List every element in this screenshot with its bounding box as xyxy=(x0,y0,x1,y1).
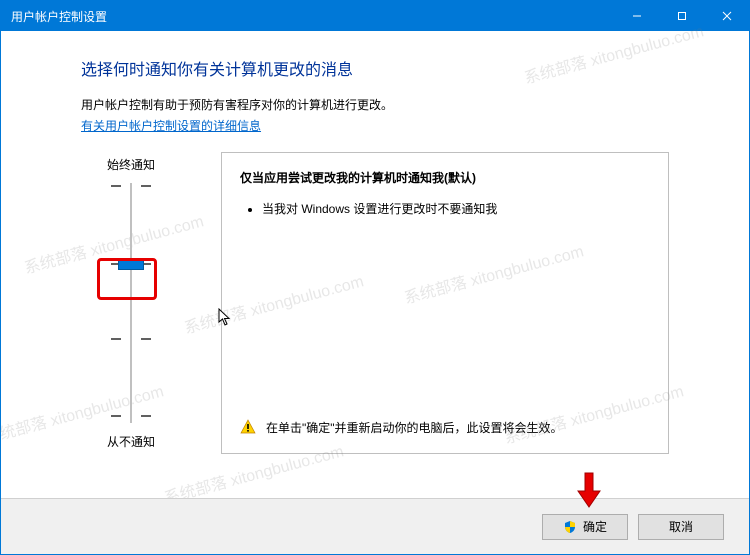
warning-text: 在单击"确定"并重新启动你的电脑后，此设置将会生效。 xyxy=(266,419,563,437)
titlebar: 用户帐户控制设置 xyxy=(1,1,749,31)
cancel-button[interactable]: 取消 xyxy=(638,514,724,540)
info-bullet: 当我对 Windows 设置进行更改时不要通知我 xyxy=(262,200,650,218)
window-controls xyxy=(614,1,749,31)
slider-tick xyxy=(111,185,151,187)
slider-tick xyxy=(111,415,151,417)
window-title: 用户帐户控制设置 xyxy=(11,8,614,25)
info-panel: 仅当应用尝试更改我的计算机时通知我(默认) 当我对 Windows 设置进行更改… xyxy=(221,152,669,454)
uac-slider[interactable] xyxy=(111,183,151,423)
slider-thumb[interactable] xyxy=(118,258,144,270)
info-bullet-list: 当我对 Windows 设置进行更改时不要通知我 xyxy=(262,200,650,224)
description-text: 用户帐户控制有助于预防有害程序对你的计算机进行更改。 xyxy=(81,96,669,113)
shield-icon xyxy=(563,520,577,534)
slider-tick xyxy=(111,338,151,340)
slider-column: 始终通知 从不通知 xyxy=(81,152,181,454)
uac-settings-window: 用户帐户控制设置 系统部落 xitongbuluo.com 系统部落 xiton… xyxy=(0,0,750,555)
content-area: 系统部落 xitongbuluo.com 系统部落 xitongbuluo.co… xyxy=(1,31,749,498)
slider-top-label: 始终通知 xyxy=(107,156,155,173)
maximize-button[interactable] xyxy=(659,1,704,31)
cancel-button-label: 取消 xyxy=(669,518,693,535)
ok-button-label: 确定 xyxy=(583,518,607,535)
slider-bottom-label: 从不通知 xyxy=(107,433,155,450)
help-link[interactable]: 有关用户帐户控制设置的详细信息 xyxy=(81,117,261,134)
close-button[interactable] xyxy=(704,1,749,31)
slider-track-line xyxy=(130,183,132,423)
page-heading: 选择何时通知你有关计算机更改的消息 xyxy=(81,56,669,80)
warning-row: 在单击"确定"并重新启动你的电脑后，此设置将会生效。 xyxy=(240,419,650,437)
body-row: 始终通知 从不通知 仅当应用尝试更改我的计算机时通知我(默认) 当我对 Wind… xyxy=(81,152,669,454)
minimize-button[interactable] xyxy=(614,1,659,31)
info-title: 仅当应用尝试更改我的计算机时通知我(默认) xyxy=(240,169,650,186)
warning-icon xyxy=(240,419,256,435)
footer: 确定 取消 xyxy=(1,498,749,554)
ok-button[interactable]: 确定 xyxy=(542,514,628,540)
